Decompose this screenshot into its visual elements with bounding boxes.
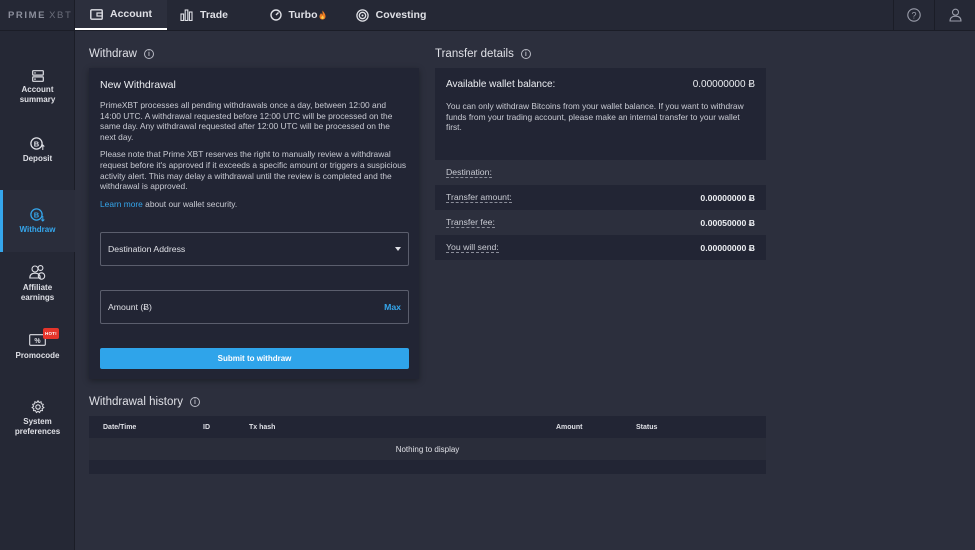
balance-label: Available wallet balance: <box>446 79 556 90</box>
amount-input[interactable]: Amount (Ƀ) Max <box>100 290 409 324</box>
amount-label: Amount (Ƀ) <box>108 302 152 312</box>
detail-row-you-will-send: You will send: 0.00000000 Ƀ <box>435 235 766 260</box>
detail-value: 0.00000000 Ƀ <box>700 192 755 203</box>
table-header-row: Date/Time ID Tx hash Amount Status <box>89 416 766 438</box>
destination-address-label: Destination Address <box>108 244 186 254</box>
column-header-status[interactable]: Status <box>636 424 657 431</box>
info-icon[interactable]: i <box>143 49 154 59</box>
sidebar-item-label: Withdraw <box>19 225 56 235</box>
transfer-panel: Available wallet balance: 0.00000000 Ƀ Y… <box>435 68 766 160</box>
transfer-title-text: Transfer details <box>435 48 514 60</box>
tab-account-label: Account <box>110 8 152 20</box>
withdrawal-history-table: Date/Time ID Tx hash Amount Status Nothi… <box>89 416 766 474</box>
history-title-text: Withdrawal history <box>89 396 183 408</box>
history-section-title: Withdrawal history i <box>89 396 200 408</box>
gear-icon <box>30 400 45 414</box>
learn-more-rest: about our wallet security. <box>142 198 238 209</box>
logo[interactable]: PRIME XBT <box>0 0 75 30</box>
sidebar-item-affiliate-earnings[interactable]: Affiliate earnings <box>0 252 75 314</box>
table-footer-row <box>89 460 766 474</box>
logo-main: PRIME <box>8 9 47 21</box>
tab-account[interactable]: Account <box>75 0 167 30</box>
tab-covesting-label: Covesting <box>375 9 427 21</box>
hot-badge: HOT! <box>43 327 59 339</box>
table-empty-row: Nothing to display <box>89 438 766 460</box>
turbo-gauge-icon <box>269 9 282 21</box>
sidebar-item-system-preferences[interactable]: System preferences <box>0 387 75 449</box>
detail-row-transfer-amount: Transfer amount: 0.00000000 Ƀ <box>435 185 766 210</box>
withdraw-section-title: Withdraw i <box>89 48 154 60</box>
max-button[interactable]: Max <box>384 302 401 312</box>
svg-text:B: B <box>34 211 40 220</box>
svg-text:%: % <box>34 337 41 344</box>
detail-label: Transfer amount: <box>446 192 512 203</box>
svg-text:?: ? <box>911 10 916 20</box>
tab-turbo-label: Turbo <box>288 9 318 21</box>
bitcoin-withdraw-icon: B <box>30 208 45 222</box>
detail-value: 0.00050000 Ƀ <box>700 217 755 228</box>
user-icon <box>948 8 962 22</box>
security-info-text: Learn more about our wallet security. <box>100 199 408 210</box>
bitcoin-deposit-icon: B <box>30 137 45 151</box>
detail-value: 0.00000000 Ƀ <box>700 242 755 253</box>
column-header-id[interactable]: ID <box>203 424 210 431</box>
column-header-tx-hash[interactable]: Tx hash <box>249 424 275 431</box>
info-icon[interactable]: i <box>520 49 531 59</box>
wallet-balance-row: Available wallet balance: 0.00000000 Ƀ <box>446 79 755 90</box>
logo-sub: XBT <box>49 9 73 21</box>
help-button[interactable]: ? <box>893 0 934 30</box>
sidebar-item-withdraw[interactable]: B Withdraw <box>0 190 75 252</box>
detail-label: You will send: <box>446 242 499 253</box>
server-icon <box>31 70 44 82</box>
withdraw-title-text: Withdraw <box>89 48 137 60</box>
sidebar: Account summary B Deposit B Withdraw Aff… <box>0 31 75 550</box>
sidebar-item-label: Affiliate earnings <box>20 283 55 302</box>
column-header-date-time[interactable]: Date/Time <box>103 424 136 431</box>
detail-row-transfer-fee: Transfer fee: 0.00050000 Ƀ <box>435 210 766 235</box>
column-header-amount[interactable]: Amount <box>556 424 582 431</box>
user-button[interactable] <box>934 0 975 30</box>
sidebar-item-deposit[interactable]: B Deposit <box>0 119 75 181</box>
sidebar-item-label: Account summary <box>19 85 56 104</box>
promocode-icon-wrap: % HOT! <box>29 327 59 349</box>
transfer-detail-list: Destination: Transfer amount: 0.00000000… <box>435 160 766 260</box>
tab-turbo[interactable]: Turbo <box>255 0 341 30</box>
detail-row-destination: Destination: <box>435 160 766 185</box>
learn-more-link[interactable]: Learn more <box>100 199 143 209</box>
transfer-section-title: Transfer details i <box>435 48 531 60</box>
sidebar-item-label: System preferences <box>14 417 61 436</box>
panel-heading: New Withdrawal <box>100 79 176 91</box>
sidebar-item-account-summary[interactable]: Account summary <box>0 56 75 118</box>
svg-text:B: B <box>34 140 40 149</box>
detail-label: Transfer fee: <box>446 217 495 228</box>
tab-trade-label: Trade <box>199 9 228 21</box>
sidebar-item-promocode[interactable]: % HOT! Promocode <box>0 316 75 378</box>
empty-state-text: Nothing to display <box>395 444 460 454</box>
submit-withdraw-button[interactable]: Submit to withdraw <box>100 348 409 369</box>
transfer-note: You can only withdraw Bitcoins from your… <box>446 101 744 133</box>
balance-value: 0.00000000 Ƀ <box>692 79 755 90</box>
chevron-down-icon <box>395 247 401 251</box>
sidebar-item-label: Deposit <box>22 154 53 164</box>
bar-chart-icon <box>180 9 193 21</box>
covesting-icon <box>355 8 369 22</box>
top-navigation-bar: PRIME XBT Account Trade Turbo Covesting ? <box>0 0 975 31</box>
users-icon <box>29 265 46 280</box>
info-icon[interactable]: i <box>189 397 200 407</box>
tab-trade[interactable]: Trade <box>168 0 240 30</box>
tab-covesting[interactable]: Covesting <box>345 0 437 30</box>
help-icon: ? <box>907 8 921 22</box>
fire-icon <box>319 10 326 20</box>
processing-info-text: PrimeXBT processes all pending withdrawa… <box>100 100 393 142</box>
topbar-right-icons: ? <box>893 0 975 30</box>
detail-label: Destination: <box>446 167 492 178</box>
sidebar-item-label: Promocode <box>15 351 60 360</box>
wallet-icon <box>90 8 103 20</box>
review-info-text: Please note that Prime XBT reserves the … <box>100 149 407 192</box>
withdraw-panel: New Withdrawal PrimeXBT processes all pe… <box>89 68 419 379</box>
destination-address-select[interactable]: Destination Address <box>100 232 409 266</box>
